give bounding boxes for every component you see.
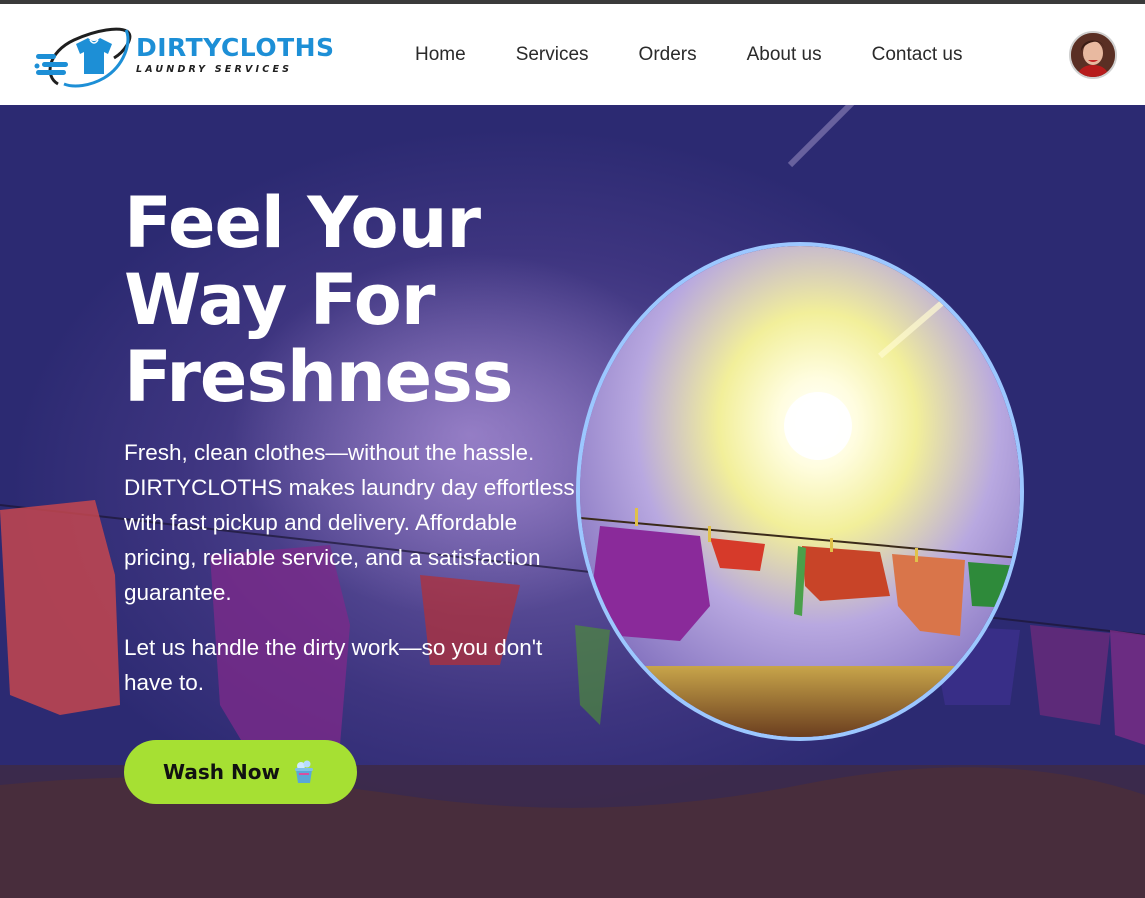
hero-description: Fresh, clean clothes—without the hassle.… [124,440,575,605]
wash-now-button[interactable]: Wash Now [124,740,357,804]
nav-about-us[interactable]: About us [747,44,822,66]
bucket-icon [294,760,313,783]
wash-now-label: Wash Now [163,760,280,784]
user-avatar[interactable] [1069,31,1117,79]
tshirt-logo-icon [34,27,132,88]
nav-services[interactable]: Services [516,44,589,66]
hero-photo [576,242,1024,741]
nav-orders[interactable]: Orders [639,44,697,66]
hero-section: Feel Your Way For Freshness Fresh, clean… [0,105,1145,898]
brand-logo[interactable]: DIRTYCLOTHS LAUNDRY SERVICES [34,22,334,88]
hero-tagline: Let us handle the dirty work—so you don'… [124,635,543,695]
brand-name: DIRTYCLOTHS [136,33,335,62]
hero-title: Feel Your Way For Freshness [124,182,513,418]
nav-contact-us[interactable]: Contact us [872,44,963,66]
site-header: DIRTYCLOTHS LAUNDRY SERVICES Home Servic… [0,4,1145,105]
brand-tagline: LAUNDRY SERVICES [136,64,293,75]
profile-photo-icon [1071,33,1115,77]
main-nav: Home Services Orders About us Contact us [390,4,987,105]
nav-home[interactable]: Home [415,44,466,66]
clothesline-sunset-icon [580,246,1020,737]
